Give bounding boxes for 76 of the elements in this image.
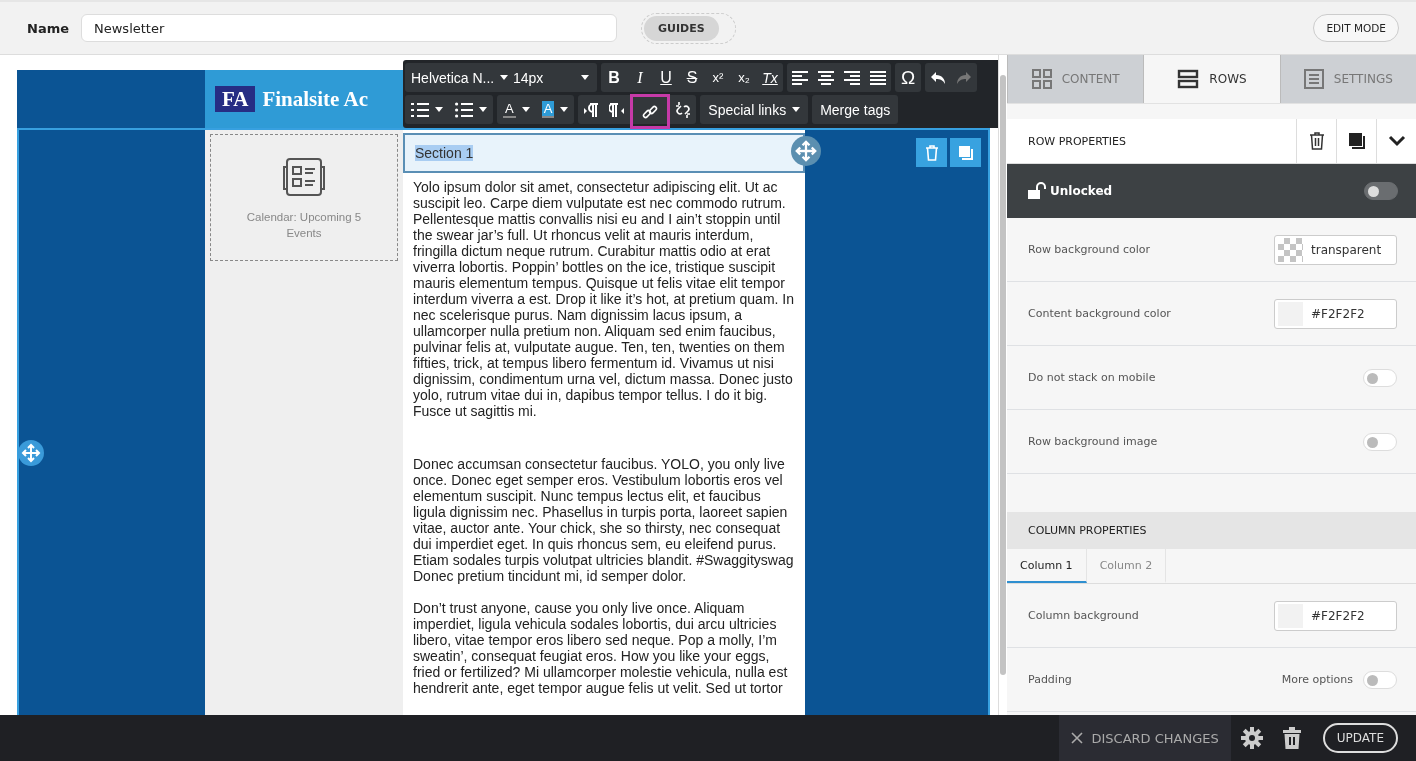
rows-icon [1177, 69, 1200, 89]
column-tab[interactable]: Column 1 [1007, 549, 1087, 583]
format-button[interactable]: U [653, 63, 679, 92]
section-title: ROW PROPERTIES [1028, 134, 1127, 148]
paragraph-ltr-icon [583, 101, 600, 118]
edit-mode-button[interactable]: EDIT MODE [1313, 14, 1399, 42]
bullet-list-icon [455, 101, 473, 118]
property-toggle[interactable] [1363, 432, 1397, 451]
color-field[interactable]: #F2F2F2 [1274, 298, 1397, 329]
section-heading[interactable]: Section 1 [403, 133, 805, 173]
property-label: Content background color [1028, 307, 1171, 320]
color-field[interactable]: #F2F2F2 [1274, 600, 1397, 631]
format-button[interactable]: x₂ [731, 63, 757, 92]
merge-tags-button[interactable]: Merge tags [812, 95, 899, 124]
format-button[interactable]: x² [705, 63, 731, 92]
font-dropdown[interactable]: Helvetica N... [405, 63, 505, 92]
block-label: Calendar: Upcoming 5 Events [245, 210, 363, 241]
format-button[interactable]: S [679, 63, 705, 92]
discard-changes-button[interactable]: DISCARD CHANGES [1059, 715, 1231, 761]
trash-icon [924, 144, 939, 161]
property-toggle[interactable] [1363, 670, 1397, 689]
lock-toggle[interactable] [1364, 182, 1398, 200]
body-paragraph: Donec accumsan consectetur faucibus. YOLO, you only live once. Donec eget semper eros. Vestibulum lobortis eros vel elementum suscipit. Nunc tempus lectus elit, et faucibus ligula dignissim nec. Phasellus in turpis porta, laoreet sapien vitae, auctor ante. Your chick, she so thirsty, nec consequat dui imperdiet eget. In quis rhoncus sem, eu eleifend purus. Etiam sodales turpis volutpat ultricies blandit. #Swaggityswag Donec pretium tincidunt mi, id semper dolor. [413, 456, 795, 584]
section-title: COLUMN PROPERTIES [1028, 524, 1148, 537]
unlocked-padlock-icon [1028, 182, 1046, 200]
format-button[interactable]: Tx [757, 63, 783, 92]
text-color-button[interactable]: A [497, 95, 536, 124]
body-paragraph: Yolo ipsum dolor sit amet, consectetur adipiscing elit. Ut ac suscipit leo. Carpe diem vulputate est nec commodo rutrum. Pellentesque mattis convallis nisi eu and I ain’t stoppin until the swear jar’s full. Ut rhoncus velit at mauris interdum, fringilla dictum neque rutrum. Curabitur mattis odio at erat viverra lobortis. Poppin’ bottles on the ice, tristique suscipit mauris elementum tempus. Quisque ut felis vitae elit tempor interdum viverra a est. Drop it like it’s hot, at pretium quam. In nec scelerisque purus. Nam dignissim lacus ipsum, a ullamcorper nulla pretium non. Aliquam sed enim faucibus, pulvinar felis at, vulputate augue. Ten, ten, twenties on them fifties, trick, at tempus libero fermentum id. Vivamus ut nisi dignissim, condimentum urna vel, dictum massa. Donec justo yolo, rutrum vitae dui in, dapibus tempor tellus. I do it big. Fusce ut sagittis mi. [413, 179, 795, 419]
close-icon [1071, 732, 1084, 744]
property-toggle[interactable] [1363, 368, 1397, 387]
grid-icon [1031, 69, 1052, 89]
more-options-label: More options [1281, 673, 1353, 686]
body-paragraph: Don’t trust anyone, cause you only live once. Aliquam imperdiet, ligula vehicula sodales lobortis, dui arcu ultricies libero, vitae tempor eros libero sed neque. Pop a molly, I’m sweatin’, consequat feugiat eros. How you like your eggs, fried or fertilized? Mi ullamcorper molestie vehicula, nulla est hendrerit ante, eget tempor augue felis ut velit. Sed ut tortor [413, 600, 789, 696]
duplicate-row-button[interactable] [950, 138, 981, 167]
duplicate-icon [1347, 132, 1366, 150]
guides-button[interactable]: GUIDES [644, 15, 719, 41]
name-field[interactable]: Newsletter [81, 14, 617, 42]
delete-row-button[interactable] [916, 138, 947, 167]
lock-label: Unlocked [1050, 184, 1113, 198]
unlink-icon [674, 100, 693, 119]
property-label: Row background image [1028, 435, 1158, 448]
email-title: Finalsite Ac [262, 86, 368, 112]
property-label: Row background color [1028, 243, 1150, 256]
property-label: Padding [1028, 673, 1072, 686]
logo-badge: FA [215, 86, 256, 112]
format-button[interactable]: B [601, 63, 627, 92]
chevron-icon [1387, 135, 1406, 147]
link-icon [642, 103, 659, 120]
panel-tab[interactable]: ROWS [1143, 55, 1280, 103]
format-button[interactable]: I [627, 63, 653, 92]
calendar-list-icon [281, 157, 327, 197]
document-lines-icon [1303, 69, 1324, 89]
align-lines-icon [792, 70, 808, 85]
numbered-list-icon [411, 101, 429, 118]
move-handle-icon[interactable] [791, 136, 821, 166]
color-field[interactable]: transparent [1274, 234, 1397, 265]
duplicate-icon [957, 144, 974, 161]
paragraph-rtl-icon [609, 101, 626, 118]
scrollbar-thumb[interactable] [1000, 75, 1006, 675]
special-character-button[interactable]: Ω [895, 63, 921, 92]
settings-icon [1240, 727, 1263, 749]
undo-icon [930, 70, 946, 85]
redo-icon [956, 70, 972, 85]
link-button[interactable] [630, 94, 671, 129]
property-label: Do not stack on mobile [1028, 371, 1156, 384]
move-handle-icon[interactable] [18, 440, 44, 466]
align-lines-icon [844, 70, 860, 85]
align-lines-icon [818, 70, 834, 85]
trash-icon [1282, 727, 1301, 749]
font-size-dropdown[interactable]: 14px [505, 63, 597, 92]
special-links-dropdown[interactable]: Special links [700, 95, 809, 124]
trash-icon [1308, 132, 1325, 150]
align-lines-icon [870, 70, 886, 85]
property-label: Column background [1028, 609, 1139, 622]
name-label: Name [27, 20, 69, 36]
update-button[interactable]: UPDATE [1322, 723, 1398, 753]
